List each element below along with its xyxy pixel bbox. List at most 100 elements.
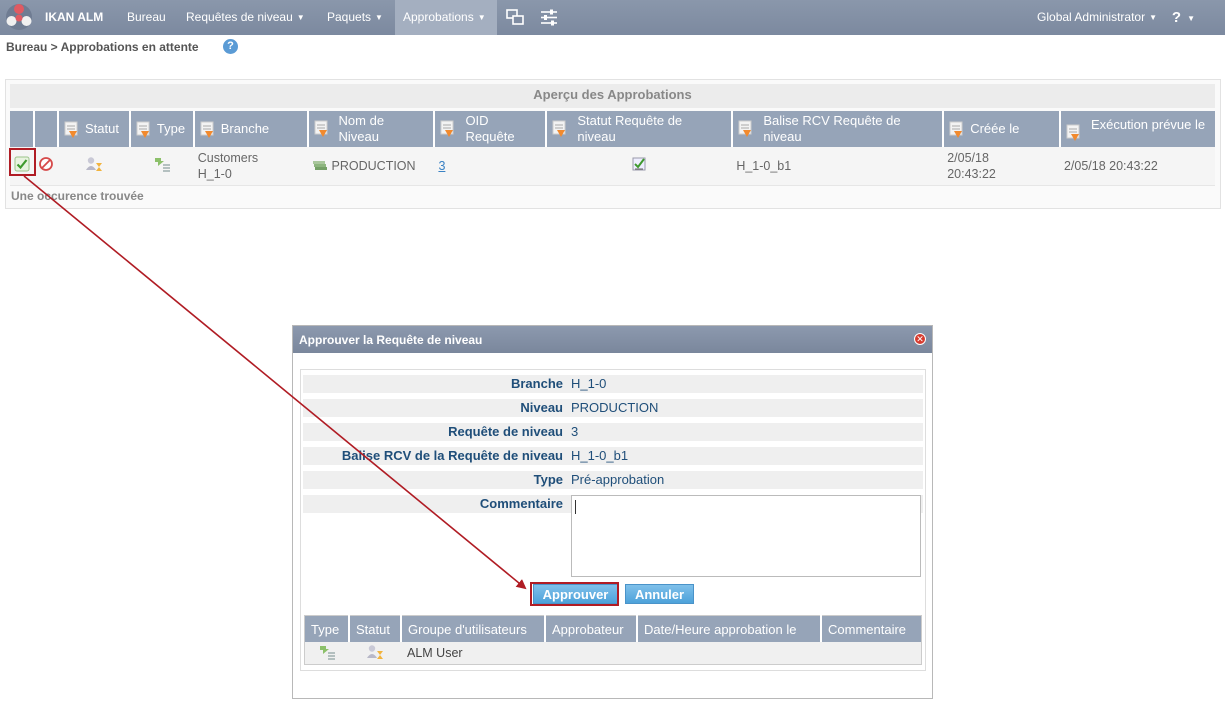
col-nom-de-niveau[interactable]: Nom de Niveau (307, 111, 436, 147)
col-type[interactable]: Type (129, 111, 195, 147)
nav-paquets-label: Paquets (327, 10, 372, 24)
app-brand[interactable]: IKAN ALM (45, 10, 103, 24)
user-hourglass-icon (85, 157, 102, 171)
dialog-form: Branche H_1-0 Niveau PRODUCTION Requête de… (300, 369, 926, 671)
user-hourglass-icon (367, 644, 383, 659)
caret-down-icon: ▼ (375, 13, 383, 22)
field-value: H_1-0 (571, 376, 607, 391)
field-label: Branche (510, 376, 563, 391)
help-icon: ? (1171, 9, 1182, 26)
col-reject (34, 111, 59, 147)
dialog-title: Approuver la Requête de niveau (293, 326, 932, 353)
nav-approbations-label: Approbations (403, 10, 474, 24)
sort-icon[interactable] (439, 119, 455, 138)
nav-approbations[interactable]: Approbations ▼ (395, 0, 497, 35)
created-cell: 2/05/18 20:43:22 (943, 147, 1060, 186)
col-execution-prevue[interactable]: Exécution prévue le (1059, 111, 1215, 147)
branch-cell: Customers H_1-0 (193, 147, 308, 186)
type-cell (129, 147, 194, 186)
field-value: PRODUCTION (571, 400, 659, 415)
sort-icon[interactable] (63, 120, 79, 139)
col-branche-label: Branche (220, 120, 270, 136)
col-approve (10, 111, 35, 147)
col-commentaire: Commentaire (821, 615, 922, 642)
level-name-cell: PRODUCTION (307, 147, 435, 186)
ikan-logo-icon[interactable] (5, 3, 33, 31)
user-menu[interactable]: Global Administrator ▼ (1037, 0, 1157, 35)
col-creee-le[interactable]: Créée le (943, 111, 1061, 147)
level-stack-icon (312, 161, 327, 170)
nav-paquets[interactable]: Paquets ▼ (319, 0, 391, 35)
col-oid-requete[interactable]: OID Requête (434, 111, 548, 147)
field-value: 3 (571, 424, 579, 439)
nav-requetes-de-niveau[interactable]: Requêtes de niveau ▼ (178, 0, 313, 35)
scheduled-cell: 2/05/18 20:43:22 (1059, 147, 1215, 186)
field-branche: Branche H_1-0 (303, 375, 923, 393)
approve-dialog: Approuver la Requête de niveau ✕ Branche… (292, 325, 933, 699)
monitor-icon[interactable] (506, 9, 524, 26)
sort-icon[interactable] (551, 119, 567, 138)
field-label: Type (533, 472, 563, 487)
panel-title: Aperçu des Approbations (10, 84, 1215, 108)
field-label: Requête de niveau (448, 424, 563, 439)
help-question-icon[interactable]: ? (223, 39, 238, 54)
col-statut: Statut (349, 615, 402, 642)
col-statut[interactable]: Statut (57, 111, 131, 147)
caret-down-icon: ▼ (477, 13, 486, 22)
nav-requetes-label: Requêtes de niveau (186, 10, 293, 24)
oid-cell: 3 (434, 147, 547, 186)
col-type-label: Type (156, 120, 186, 136)
approvals-table: Statut Type Branche Nom de Niveau OID Re… (10, 111, 1215, 186)
approve-button-highlight (530, 582, 619, 606)
oid-link[interactable]: 3 (438, 159, 445, 173)
field-requete: Requête de niveau 3 (303, 423, 923, 441)
col-date-heure: Date/Heure approbation le (637, 615, 822, 642)
col-groupe: Groupe d'utilisateurs (401, 615, 546, 642)
dialog-title-text: Approuver la Requête de niveau (299, 333, 483, 347)
col-type: Type (304, 615, 350, 642)
branch-name: H_1-0 (197, 167, 232, 181)
col-branche[interactable]: Branche (193, 111, 309, 147)
level-name: PRODUCTION (331, 159, 416, 173)
status-cell (349, 642, 401, 665)
field-value: H_1-0_b1 (571, 448, 629, 463)
field-label: Niveau (520, 400, 563, 415)
col-statut-requete-label: Statut Requête de niveau (577, 113, 683, 144)
caret-down-icon: ▼ (296, 13, 305, 22)
created-date: 2/05/18 (947, 151, 989, 165)
sort-icon[interactable] (313, 119, 329, 138)
sort-icon[interactable] (948, 120, 964, 139)
rcv-tag-cell: H_1-0_b1 (732, 147, 944, 186)
field-niveau: Niveau PRODUCTION (303, 399, 923, 417)
caret-down-icon: ▼ (1187, 14, 1195, 23)
col-statut-requete[interactable]: Statut Requête de niveau (546, 111, 734, 147)
field-label: Commentaire (479, 496, 563, 511)
type-cell (304, 642, 349, 665)
table-header-row: Type Statut Groupe d'utilisateurs Approb… (304, 615, 922, 642)
sort-icon[interactable] (135, 120, 151, 139)
approval-groups-table: Type Statut Groupe d'utilisateurs Approb… (304, 615, 922, 665)
settings-sliders-icon[interactable] (540, 9, 558, 26)
help-menu[interactable]: ? ▼ (1172, 0, 1195, 36)
approver-cell (545, 642, 637, 665)
pre-approval-type-icon (154, 158, 170, 172)
reject-icon[interactable] (39, 157, 53, 171)
col-statut-label: Statut (84, 120, 119, 136)
results-count: Une occurence trouvée (11, 189, 144, 203)
sort-icon[interactable] (1065, 123, 1081, 142)
status-cell (57, 147, 130, 186)
nav-bureau[interactable]: Bureau (119, 0, 174, 35)
col-nom-de-niveau-label: Nom de Niveau (338, 113, 385, 144)
pre-approval-type-icon (320, 645, 335, 660)
close-icon[interactable]: ✕ (914, 333, 926, 345)
table-row: ALM User (304, 642, 922, 665)
reject-cell (34, 147, 58, 186)
cancel-button[interactable]: Annuler (625, 584, 694, 604)
comment-textarea[interactable] (571, 495, 921, 577)
field-type: Type Pré-approbation (303, 471, 923, 489)
sort-icon[interactable] (737, 119, 753, 138)
user-name: Global Administrator (1037, 10, 1146, 24)
col-oid-requete-label: OID Requête (465, 113, 515, 144)
col-balise-rcv[interactable]: Balise RCV Requête de niveau (732, 111, 945, 147)
sort-icon[interactable] (199, 120, 215, 139)
